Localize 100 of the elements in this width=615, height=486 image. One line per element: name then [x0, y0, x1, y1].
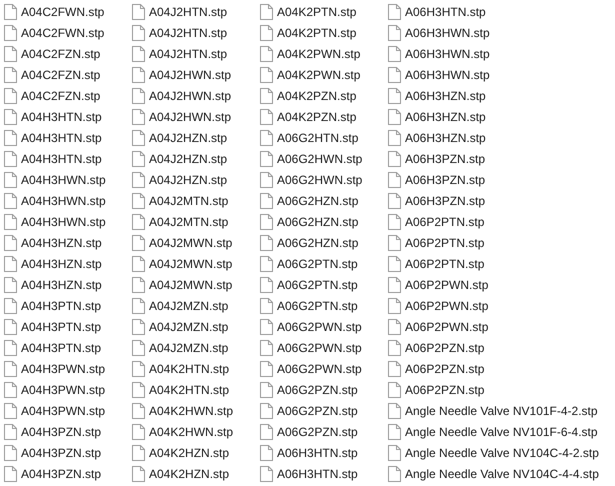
file-item[interactable]: A04H3HWN.stp	[0, 211, 128, 232]
file-item[interactable]: A06G2PTN.stp	[256, 295, 384, 316]
file-item[interactable]: A06H3HZN.stp	[384, 106, 615, 127]
file-item[interactable]: A04J2HWN.stp	[128, 85, 256, 106]
file-item[interactable]: A04J2HZN.stp	[128, 148, 256, 169]
file-item[interactable]: A04K2PZN.stp	[256, 106, 384, 127]
file-item[interactable]: A04H3PTN.stp	[0, 316, 128, 337]
file-item[interactable]: A04J2HZN.stp	[128, 127, 256, 148]
file-icon	[132, 88, 145, 104]
file-item[interactable]: A06H3PZN.stp	[384, 190, 615, 211]
file-item[interactable]: A06H3PZN.stp	[384, 148, 615, 169]
file-item[interactable]: A04J2HZN.stp	[128, 169, 256, 190]
file-item[interactable]: A06P2PTN.stp	[384, 253, 615, 274]
file-item[interactable]: A04C2FZN.stp	[0, 85, 128, 106]
file-item[interactable]: A04H3PZN.stp	[0, 421, 128, 442]
file-item[interactable]: A04J2MZN.stp	[128, 295, 256, 316]
file-item[interactable]: A06G2PWN.stp	[256, 316, 384, 337]
file-item[interactable]: A04C2FWN.stp	[0, 1, 128, 22]
file-icon	[388, 46, 401, 62]
file-item[interactable]: A04H3PZN.stp	[0, 442, 128, 463]
file-item[interactable]: A04H3PWN.stp	[0, 400, 128, 421]
file-item[interactable]: A06G2PZN.stp	[256, 421, 384, 442]
file-item[interactable]: A06P2PTN.stp	[384, 232, 615, 253]
file-item[interactable]: A06P2PTN.stp	[384, 211, 615, 232]
file-item[interactable]: A06H3PZN.stp	[384, 169, 615, 190]
file-item[interactable]: Angle Needle Valve NV104C-4-2.stp	[384, 442, 615, 463]
file-item[interactable]: A04J2HTN.stp	[128, 1, 256, 22]
file-icon	[388, 88, 401, 104]
file-item[interactable]: A06G2PTN.stp	[256, 253, 384, 274]
file-item[interactable]: A06G2PWN.stp	[256, 337, 384, 358]
file-item[interactable]: A06H3HTN.stp	[384, 1, 615, 22]
file-item[interactable]: A04H3HZN.stp	[0, 232, 128, 253]
file-item[interactable]: A04H3HWN.stp	[0, 169, 128, 190]
file-item[interactable]: A06G2HZN.stp	[256, 190, 384, 211]
file-item[interactable]: A06G2PTN.stp	[256, 274, 384, 295]
file-item[interactable]: A04K2PZN.stp	[256, 85, 384, 106]
file-item[interactable]: Angle Needle Valve NV101F-4-2.stp	[384, 400, 615, 421]
file-item[interactable]: Angle Needle Valve NV101F-6-4.stp	[384, 421, 615, 442]
file-item[interactable]: A06G2PZN.stp	[256, 400, 384, 421]
file-item[interactable]: A04K2HTN.stp	[128, 358, 256, 379]
file-item[interactable]: A04J2HTN.stp	[128, 22, 256, 43]
file-item[interactable]: A04J2HWN.stp	[128, 106, 256, 127]
file-item[interactable]: A04C2FZN.stp	[0, 43, 128, 64]
file-item[interactable]: A04C2FWN.stp	[0, 22, 128, 43]
file-item[interactable]: A06H3HWN.stp	[384, 43, 615, 64]
file-item[interactable]: A04K2HZN.stp	[128, 442, 256, 463]
file-item[interactable]: A04K2PWN.stp	[256, 43, 384, 64]
file-item[interactable]: A06H3HWN.stp	[384, 64, 615, 85]
file-icon	[132, 382, 145, 398]
file-item[interactable]: A04J2MWN.stp	[128, 232, 256, 253]
file-item[interactable]: A06P2PZN.stp	[384, 337, 615, 358]
file-item[interactable]: A04K2PWN.stp	[256, 64, 384, 85]
file-item[interactable]: A04J2MTN.stp	[128, 211, 256, 232]
file-item[interactable]: A06H3HWN.stp	[384, 22, 615, 43]
file-item[interactable]: A04K2HZN.stp	[128, 463, 256, 484]
file-item[interactable]: A04H3HTN.stp	[0, 106, 128, 127]
file-item[interactable]: A04H3PTN.stp	[0, 337, 128, 358]
file-item[interactable]: A06P2PWN.stp	[384, 295, 615, 316]
file-icon	[260, 66, 273, 82]
file-item[interactable]: A06P2PZN.stp	[384, 358, 615, 379]
file-item[interactable]: A04H3HTN.stp	[0, 148, 128, 169]
file-icon	[132, 444, 145, 460]
file-item[interactable]: A06P2PZN.stp	[384, 379, 615, 400]
file-icon	[132, 24, 145, 40]
file-item[interactable]: A06P2PWN.stp	[384, 316, 615, 337]
file-item[interactable]: A06G2PZN.stp	[256, 379, 384, 400]
file-icon	[260, 298, 273, 314]
file-item[interactable]: A06G2HWN.stp	[256, 148, 384, 169]
file-item[interactable]: A04H3PWN.stp	[0, 358, 128, 379]
file-item[interactable]: A04H3PWN.stp	[0, 379, 128, 400]
file-item[interactable]: A04H3HTN.stp	[0, 127, 128, 148]
file-item[interactable]: Angle Needle Valve NV104C-4-4.stp	[384, 463, 615, 484]
file-item[interactable]: A04H3PTN.stp	[0, 295, 128, 316]
file-item[interactable]: A06P2PWN.stp	[384, 274, 615, 295]
file-item[interactable]: A04J2HTN.stp	[128, 43, 256, 64]
file-item[interactable]: A06H3HZN.stp	[384, 85, 615, 106]
file-item[interactable]: A04J2HWN.stp	[128, 64, 256, 85]
file-item[interactable]: A04K2HTN.stp	[128, 379, 256, 400]
file-item[interactable]: A06G2HZN.stp	[256, 211, 384, 232]
file-item[interactable]: A04H3HZN.stp	[0, 274, 128, 295]
file-item[interactable]: A04K2HWN.stp	[128, 421, 256, 442]
file-item[interactable]: A04J2MWN.stp	[128, 253, 256, 274]
file-item[interactable]: A04K2HWN.stp	[128, 400, 256, 421]
file-item[interactable]: A04J2MWN.stp	[128, 274, 256, 295]
file-item[interactable]: A04J2MZN.stp	[128, 337, 256, 358]
file-item[interactable]: A04J2MZN.stp	[128, 316, 256, 337]
file-item[interactable]: A06H3HTN.stp	[256, 463, 384, 484]
file-item[interactable]: A06H3HTN.stp	[256, 442, 384, 463]
file-item[interactable]: A06G2HZN.stp	[256, 232, 384, 253]
file-item[interactable]: A06G2HWN.stp	[256, 169, 384, 190]
file-item[interactable]: A06G2HTN.stp	[256, 127, 384, 148]
file-item[interactable]: A04K2PTN.stp	[256, 22, 384, 43]
file-item[interactable]: A06G2PWN.stp	[256, 358, 384, 379]
file-item[interactable]: A04H3HZN.stp	[0, 253, 128, 274]
file-item[interactable]: A04H3HWN.stp	[0, 190, 128, 211]
file-item[interactable]: A06H3HZN.stp	[384, 127, 615, 148]
file-item[interactable]: A04K2PTN.stp	[256, 1, 384, 22]
file-item[interactable]: A04C2FZN.stp	[0, 64, 128, 85]
file-item[interactable]: A04J2MTN.stp	[128, 190, 256, 211]
file-item[interactable]: A04H3PZN.stp	[0, 463, 128, 484]
